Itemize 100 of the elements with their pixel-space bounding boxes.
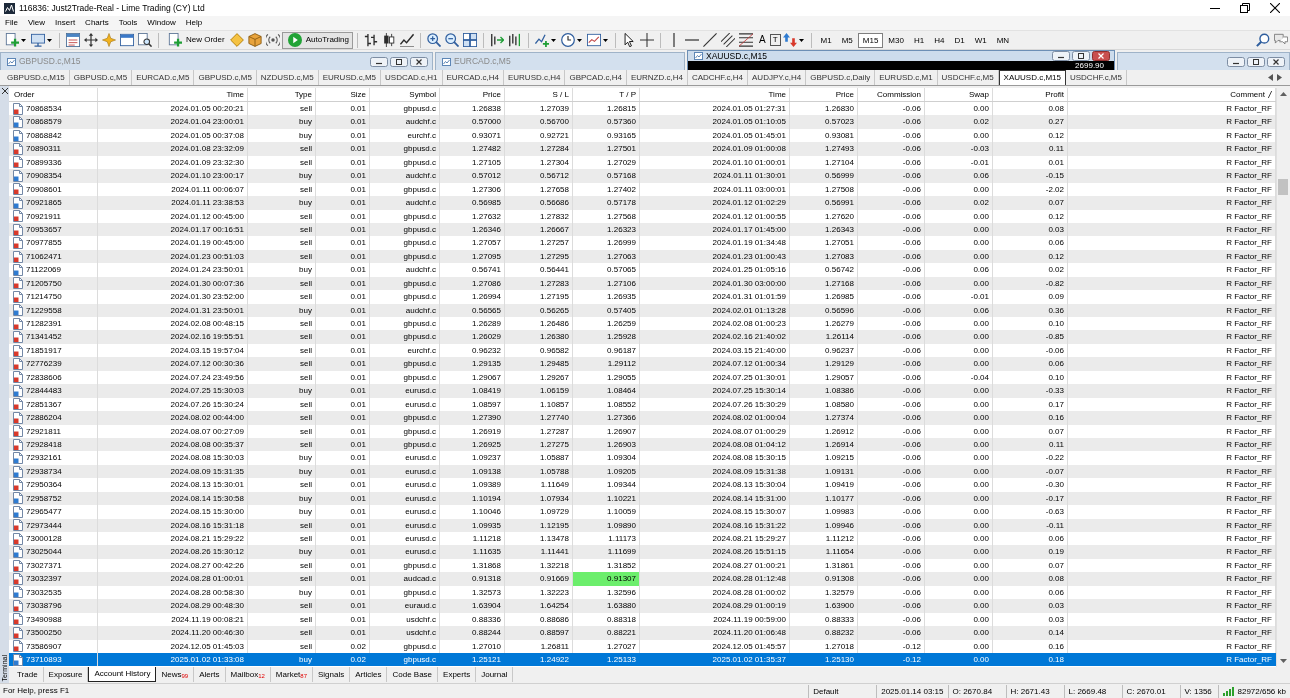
- table-row[interactable]: 72886204 2024.08.02 00:44:00 sell 0.01 gbpusd.c 1.27390 1.27740 1.27366 2024.08.02 01:00:04 1.27374 -0.06 0.00 0.16 R Factor_RF: [9, 411, 1276, 425]
- text-tool-button[interactable]: A: [755, 34, 770, 46]
- chart-tab[interactable]: CADCHF.c,H4: [687, 70, 749, 85]
- table-row[interactable]: 71341452 2024.02.16 19:55:51 sell 0.01 gbpusd.c 1.26029 1.26380 1.25928 2024.02.16 21:40:02 1.26114 -0.06 0.00 -0.85 R Factor_RF: [9, 330, 1276, 344]
- table-row[interactable]: 73025044 2024.08.26 15:30:12 buy 0.01 eurusd.c 1.11635 1.11441 1.11699 2024.08.26 15:51:15 1.11654 -0.06 0.00 0.19 R Factor_RF: [9, 545, 1276, 559]
- autotrading-button[interactable]: AutoTrading: [281, 31, 353, 49]
- column-header[interactable]: Time: [640, 88, 790, 101]
- zoom-in-icon[interactable]: [427, 33, 441, 47]
- page-plus-icon[interactable]: [5, 33, 19, 47]
- menu-item[interactable]: Insert: [50, 16, 81, 30]
- bar-chart-icon[interactable]: [364, 33, 378, 47]
- column-header[interactable]: Price: [440, 88, 505, 101]
- panel-tab[interactable]: Mailbox$_{12}$: [225, 667, 271, 682]
- cursor-icon[interactable]: [622, 33, 636, 47]
- star-icon[interactable]: [102, 33, 116, 47]
- close-icon[interactable]: [1, 88, 8, 94]
- scroll-left-icon[interactable]: [1268, 74, 1273, 81]
- bars-line-icon[interactable]: [508, 33, 522, 47]
- panel-tab[interactable]: Alerts: [194, 667, 226, 682]
- column-header[interactable]: Size: [316, 88, 370, 101]
- timeframe-button[interactable]: H1: [908, 32, 930, 48]
- new-order-button[interactable]: New Order: [163, 31, 228, 49]
- table-row[interactable]: 70921865 2024.01.11 23:38:53 buy 0.01 audchf.c 0.56985 0.56686 0.57178 2024.01.12 01:02:29 0.56991 -0.06 0.02 0.07 R Factor_RF: [9, 196, 1276, 210]
- candlestick-icon[interactable]: [382, 33, 396, 47]
- timeframe-button[interactable]: D1: [949, 32, 970, 48]
- table-row[interactable]: 70908354 2024.01.10 23:00:17 buy 0.01 audchf.c 0.57012 0.56712 0.57168 2024.01.11 01:30:01 0.56999 -0.06 0.06 -0.15 R Factor_RF: [9, 169, 1276, 183]
- chart-tab[interactable]: EURNZD.c,H4: [626, 70, 688, 85]
- menu-item[interactable]: File: [0, 16, 23, 30]
- cube-icon[interactable]: [247, 33, 262, 47]
- horizontal-lines-icon[interactable]: [739, 33, 753, 47]
- page-magnifier-icon[interactable]: [138, 33, 152, 47]
- timeframe-button[interactable]: M30: [883, 32, 909, 48]
- scroll-down-icon[interactable]: [1279, 659, 1287, 663]
- caret-icon[interactable]: [551, 38, 556, 42]
- column-header[interactable]: Commission: [858, 88, 925, 101]
- chart-tab[interactable]: EURUSD.c,M5: [318, 70, 382, 85]
- trend-line-icon[interactable]: [703, 33, 717, 47]
- grid-icon[interactable]: [463, 33, 477, 47]
- zoom-out-icon[interactable]: [445, 33, 459, 47]
- chart-tab[interactable]: USDCAD.c,H1: [381, 70, 443, 85]
- scrollbar[interactable]: [1276, 88, 1289, 667]
- chart-tab[interactable]: XAUUSD.c,M15: [998, 70, 1066, 85]
- minimize-icon[interactable]: [1210, 7, 1220, 9]
- panel-tab[interactable]: Experts: [438, 667, 477, 682]
- column-header[interactable]: T / P: [573, 88, 640, 101]
- timeframe-button[interactable]: W1: [969, 32, 992, 48]
- table-row[interactable]: 73038796 2024.08.29 00:48:30 sell 0.01 euraud.c 1.63904 1.64254 1.63880 2024.08.29 01:00:19 1.63900 -0.06 0.00 0.03 R Factor_RF: [9, 599, 1276, 613]
- chart-tab[interactable]: AUDJPY.c,H4: [748, 70, 807, 85]
- menu-item[interactable]: Tools: [113, 16, 143, 30]
- table-row[interactable]: 73032397 2024.08.28 01:00:01 sell 0.01 audcad.c 0.91318 0.91669 0.91307 2024.08.28 01:12:48 0.91308 -0.06 0.00 0.08 R Factor_RF: [9, 572, 1276, 586]
- column-header[interactable]: S / L: [505, 88, 573, 101]
- chart-plus-icon[interactable]: [535, 33, 549, 47]
- arrow-marks-icon[interactable]: [782, 33, 797, 47]
- panel-tab[interactable]: Articles: [350, 667, 388, 682]
- panel-tab[interactable]: Code Base: [387, 667, 439, 682]
- column-header[interactable]: Symbol: [370, 88, 440, 101]
- table-row[interactable]: 70890311 2024.01.08 23:32:09 sell 0.01 gbpusd.c 1.27482 1.27284 1.27501 2024.01.09 01:00:08 1.27493 -0.06 -0.03 0.11 R Factor_RF: [9, 142, 1276, 156]
- chart-tab[interactable]: EURUSD.c,H4: [503, 70, 566, 85]
- restore-icon[interactable]: [1240, 3, 1250, 13]
- timeframe-button[interactable]: M15: [857, 32, 884, 48]
- panel-tab[interactable]: Trade: [12, 667, 44, 682]
- column-header[interactable]: Time: [98, 88, 248, 101]
- monitor-icon[interactable]: [31, 33, 45, 47]
- bars-arrow-icon[interactable]: [490, 33, 504, 47]
- search-icon[interactable]: [1256, 33, 1270, 47]
- scroll-thumb[interactable]: [1278, 179, 1288, 195]
- chart-tab[interactable]: EURCAD.c,M5: [132, 70, 195, 85]
- chart-tab[interactable]: USDCHF.c,M5: [1065, 70, 1127, 85]
- column-header[interactable]: Swap: [925, 88, 993, 101]
- chart-tab[interactable]: NZDUSD.c,M5: [256, 70, 319, 85]
- close-icon[interactable]: [1270, 3, 1280, 13]
- timeframe-button[interactable]: M1: [815, 32, 837, 48]
- caret-icon[interactable]: [798, 38, 804, 42]
- clock-icon[interactable]: [561, 33, 575, 47]
- minimize-icon[interactable]: [370, 56, 388, 67]
- scroll-right-icon[interactable]: [1277, 74, 1282, 81]
- table-row[interactable]: 72844483 2024.07.25 15:30:03 buy 0.01 eurusd.c 1.08419 1.06159 1.08464 2024.07.25 15:30:14 1.08386 -0.06 0.00 -0.33 R Factor_RF: [9, 384, 1276, 398]
- chart-tab[interactable]: GBPUSD.c,M15: [3, 70, 70, 85]
- list-window-icon[interactable]: [66, 33, 80, 47]
- panel-tab[interactable]: Journal: [476, 667, 514, 682]
- menu-item[interactable]: Help: [180, 16, 208, 30]
- template-icon[interactable]: [587, 33, 601, 47]
- channel-icon[interactable]: [721, 33, 735, 47]
- panel-tab[interactable]: Account History: [88, 667, 157, 682]
- caret-icon[interactable]: [603, 38, 608, 42]
- chart-tab[interactable]: GBPUSD.c,M5: [194, 70, 257, 85]
- table-row[interactable]: 73500250 2024.11.20 00:46:30 sell 0.01 usdchf.c 0.88244 0.88597 0.88221 2024.11.20 01:06:48 0.88232 -0.06 0.00 0.14 R Factor_RF: [9, 626, 1276, 640]
- menu-item[interactable]: Window: [142, 16, 181, 30]
- timeframe-button[interactable]: M5: [836, 32, 858, 48]
- scroll-up-icon[interactable]: [1279, 92, 1287, 96]
- menu-item[interactable]: View: [22, 16, 51, 30]
- caret-icon[interactable]: [577, 38, 582, 42]
- table-row[interactable]: 72776239 2024.07.12 00:30:36 sell 0.01 gbpusd.c 1.29135 1.29485 1.29112 2024.07.12 01:00:34 1.29129 -0.06 0.00 0.06 R Factor_RF: [9, 357, 1276, 371]
- chart-tab[interactable]: GBPUSD.c,Daily: [806, 70, 876, 85]
- table-row[interactable]: 70868579 2024.01.04 23:00:01 buy 0.01 audchf.c 0.57000 0.56700 0.57360 2024.01.05 01:10:05 0.57023 -0.06 0.02 0.27 R Factor_RF: [9, 115, 1276, 129]
- column-header[interactable]: Order: [9, 88, 98, 101]
- column-header[interactable]: Profit: [993, 88, 1068, 101]
- column-header[interactable]: Price: [790, 88, 858, 101]
- chart-tab[interactable]: USDCHF.c,M5: [937, 70, 999, 85]
- column-header[interactable]: Type: [248, 88, 316, 101]
